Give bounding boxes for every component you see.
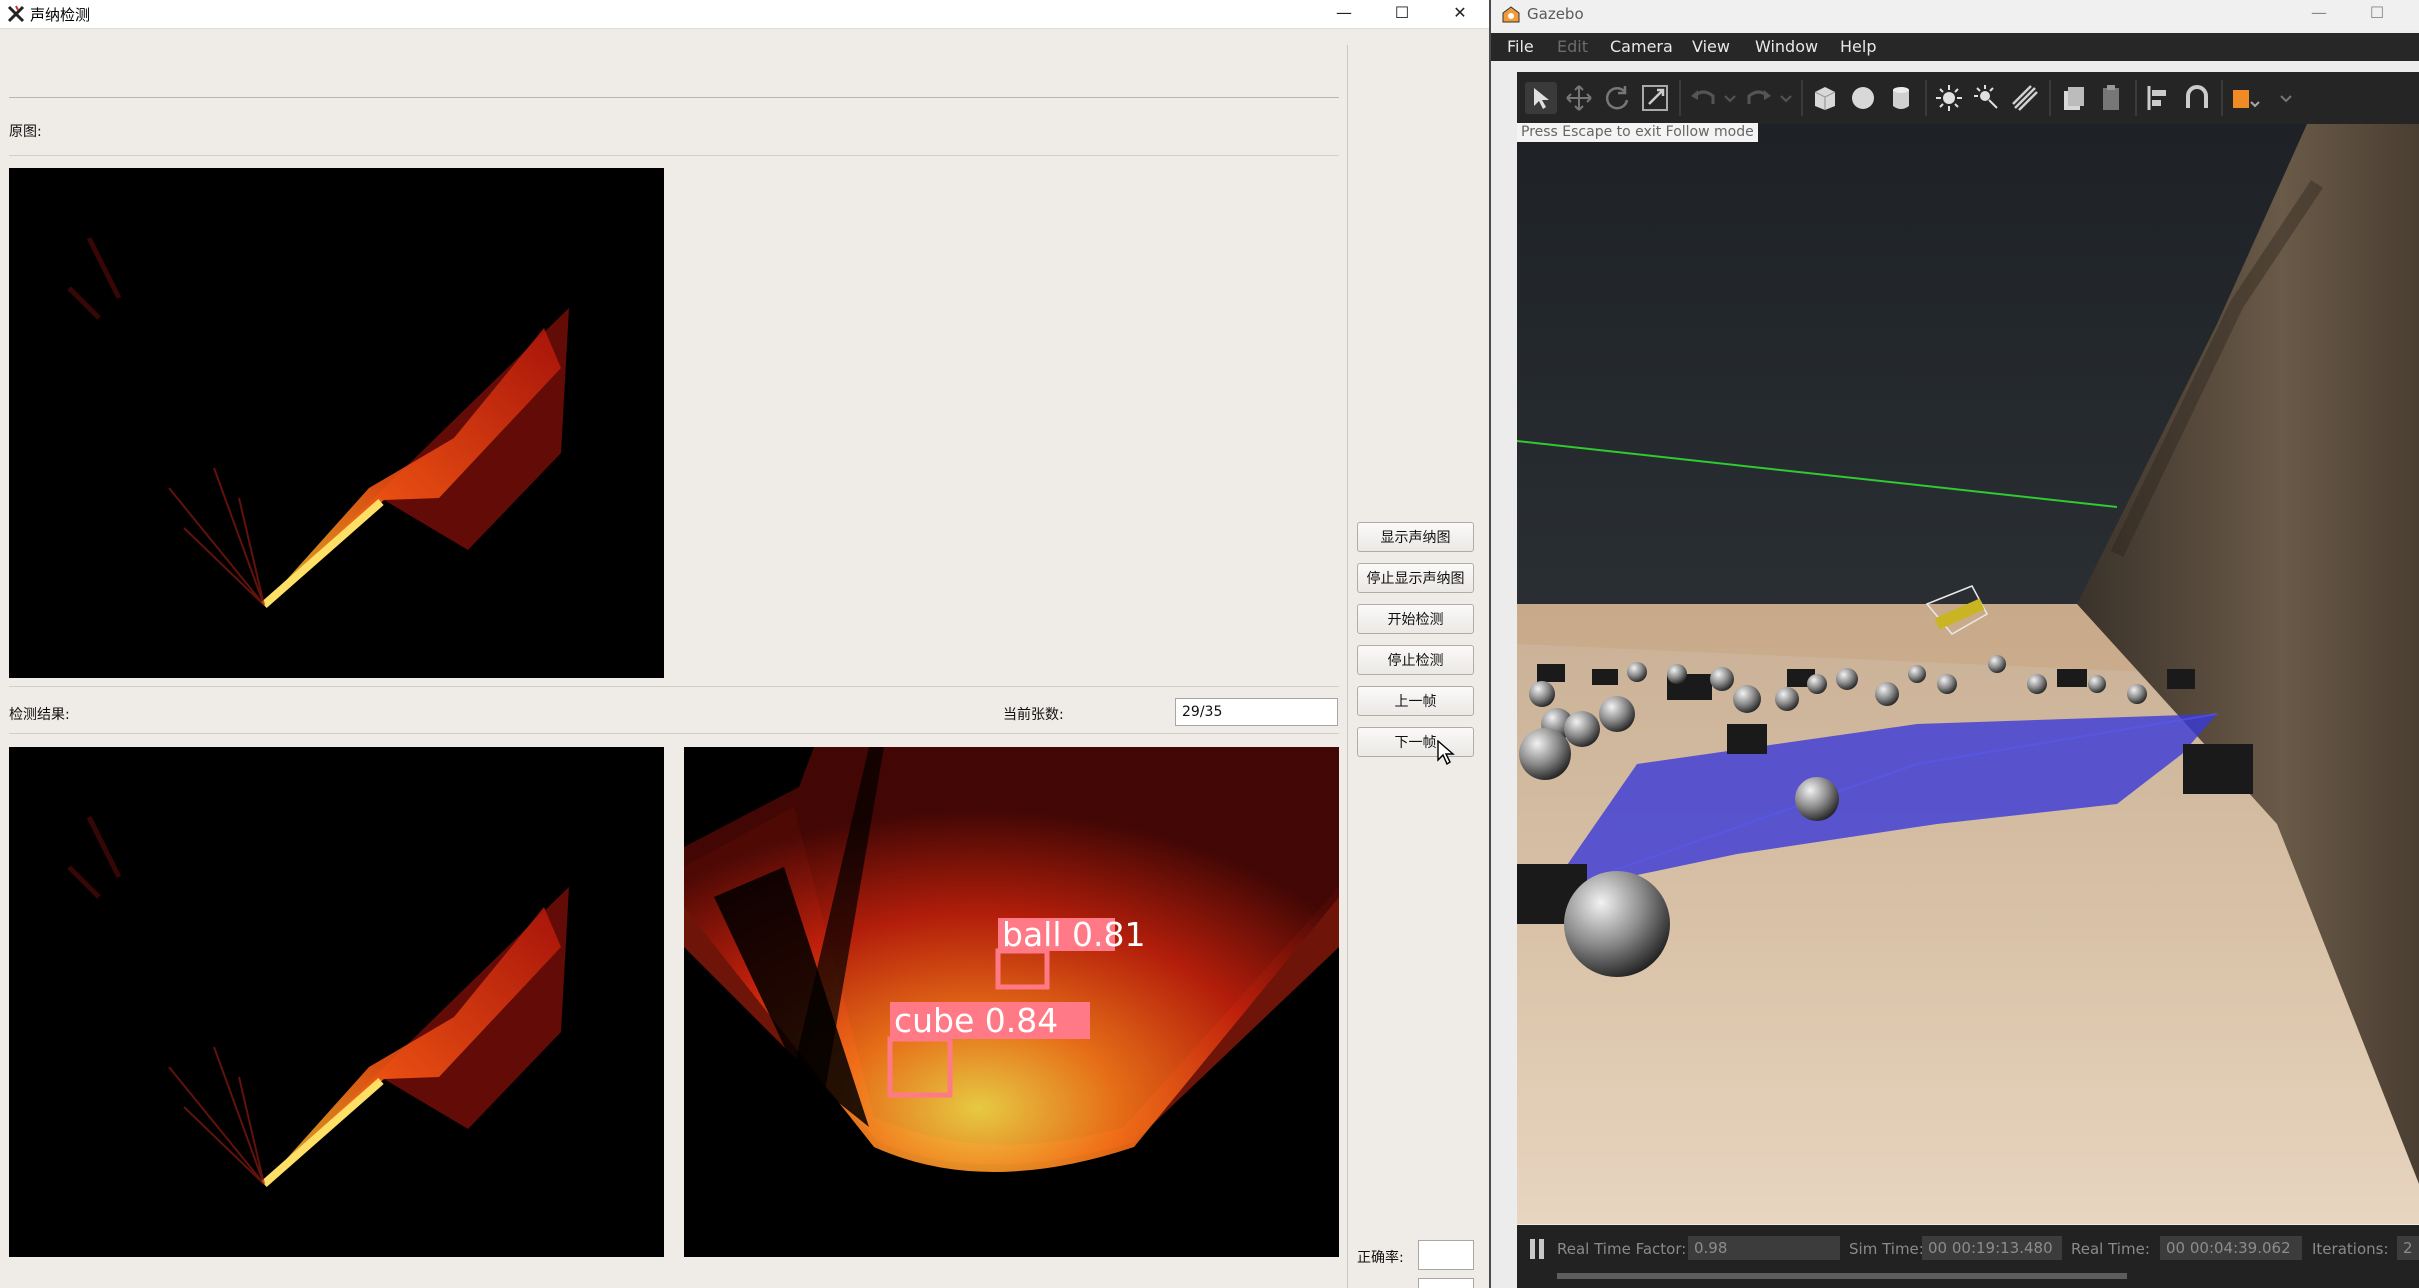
maximize-button[interactable]: ☐: [1374, 0, 1430, 28]
second-metric-field[interactable]: [1418, 1278, 1474, 1288]
stop-show-sonar-button[interactable]: 停止显示声纳图: [1357, 563, 1474, 593]
point-light-icon[interactable]: [1971, 82, 2003, 114]
toolbar: [1517, 72, 2419, 124]
cylinder-icon[interactable]: [1885, 82, 1917, 114]
snap-icon[interactable]: [2181, 82, 2213, 114]
ball-detection-label: ball 0.81: [1002, 915, 1145, 954]
prev-frame-button[interactable]: 上一帧: [1357, 686, 1474, 716]
gazebo-maximize-button[interactable]: ☐: [2349, 0, 2405, 28]
real-time-value: 00 00:04:39.062: [2160, 1236, 2302, 1260]
toolbar-separator: [2135, 80, 2137, 116]
copy-icon[interactable]: [2057, 82, 2089, 114]
spot-light-icon[interactable]: [2009, 82, 2041, 114]
menu-bar: File Edit Camera View Window Help: [1491, 33, 2419, 61]
sim-time-value: 00 00:19:13.480: [1922, 1236, 2062, 1260]
view-angle-icon[interactable]: [2229, 82, 2261, 114]
toolbar-separator: [2049, 80, 2051, 116]
toolbar-separator: [1925, 80, 1927, 116]
iterations-label: Iterations:: [2312, 1240, 2389, 1258]
sun-light-icon[interactable]: [1933, 82, 1965, 114]
app-icon: [7, 5, 25, 23]
sphere-icon[interactable]: [1847, 82, 1879, 114]
menu-edit[interactable]: Edit: [1557, 37, 1588, 56]
real-time-label: Real Time:: [2071, 1240, 2150, 1258]
original-sonar-image: [9, 168, 664, 678]
divider: [9, 686, 1339, 687]
detection-output-image: ball 0.81 cube 0.84: [684, 747, 1339, 1257]
minimize-button[interactable]: —: [1316, 0, 1372, 28]
select-arrow-icon[interactable]: [1525, 82, 1557, 114]
gazebo-title-bar: Gazebo — ☐: [1491, 0, 2419, 30]
start-detect-button[interactable]: 开始检测: [1357, 604, 1474, 634]
menu-view[interactable]: View: [1692, 37, 1730, 56]
divider: [9, 155, 1339, 156]
status-bar: Real Time Factor: 0.98 Sim Time: 00 00:1…: [1517, 1225, 2419, 1288]
show-sonar-button[interactable]: 显示声纳图: [1357, 522, 1474, 552]
undo-icon[interactable]: [1687, 82, 1719, 114]
cube-detection-label: cube 0.84: [894, 1001, 1058, 1040]
menu-window[interactable]: Window: [1755, 37, 1818, 56]
real-time-factor-value: 0.98: [1688, 1236, 1840, 1260]
next-frame-button[interactable]: 下一帧: [1357, 727, 1474, 757]
detection-result-label: 检测结果:: [9, 707, 70, 723]
close-button[interactable]: ✕: [1432, 0, 1488, 28]
pause-icon[interactable]: [1529, 1238, 1545, 1260]
gazebo-logo-icon: [1502, 6, 1520, 23]
toolbar-more-icon[interactable]: [2277, 82, 2295, 114]
gazebo-window-title: Gazebo: [1527, 5, 1584, 23]
window-title: 声纳检测: [30, 6, 91, 24]
toolbar-separator: [1801, 80, 1803, 116]
panel-separator: [1347, 45, 1348, 1288]
divider: [9, 97, 1339, 98]
box-icon[interactable]: [1809, 82, 1841, 114]
scale-icon[interactable]: [1639, 82, 1671, 114]
rotate-icon[interactable]: [1601, 82, 1633, 114]
stop-detect-button[interactable]: 停止检测: [1357, 645, 1474, 675]
menu-camera[interactable]: Camera: [1610, 37, 1673, 56]
horizontal-scrollbar-thumb[interactable]: [1557, 1273, 2127, 1279]
menu-help[interactable]: Help: [1840, 37, 1876, 56]
current-count-field[interactable]: 29/35: [1175, 698, 1338, 726]
menu-file[interactable]: File: [1507, 37, 1534, 56]
undo-dropdown-icon[interactable]: [1721, 82, 1739, 114]
translate-icon[interactable]: [1563, 82, 1595, 114]
accuracy-label: 正确率:: [1357, 1250, 1404, 1266]
gazebo-window: Gazebo — ☐ File Edit Camera View Window …: [1491, 0, 2419, 1288]
gazebo-minimize-button[interactable]: —: [2291, 0, 2347, 28]
current-count-label: 当前张数:: [1003, 707, 1064, 723]
original-image-label: 原图:: [9, 124, 42, 140]
result-sonar-image: [9, 747, 664, 1257]
paste-icon[interactable]: [2095, 82, 2127, 114]
iterations-value: 2: [2397, 1236, 2419, 1260]
real-time-factor-label: Real Time Factor:: [1557, 1240, 1687, 1258]
redo-icon[interactable]: [1743, 82, 1775, 114]
accuracy-field[interactable]: [1418, 1240, 1474, 1270]
divider: [9, 733, 1339, 734]
3d-viewport[interactable]: [1517, 124, 2419, 1224]
sim-time-label: Sim Time:: [1849, 1240, 1924, 1258]
mouse-cursor-icon: [1437, 740, 1455, 766]
title-bar: 声纳检测 — ☐ ✕: [0, 0, 1489, 29]
redo-dropdown-icon[interactable]: [1777, 82, 1795, 114]
toolbar-separator: [1679, 80, 1681, 116]
sonar-detection-window: 声纳检测 — ☐ ✕ 原图: 检测结果: 当前张数: 29/35 ball 0.…: [0, 0, 1489, 1288]
align-icon[interactable]: [2143, 82, 2175, 114]
follow-mode-hint: Press Escape to exit Follow mode: [1517, 123, 1758, 142]
left-panel-collapsed[interactable]: [1491, 62, 1513, 1288]
toolbar-separator: [2221, 80, 2223, 116]
